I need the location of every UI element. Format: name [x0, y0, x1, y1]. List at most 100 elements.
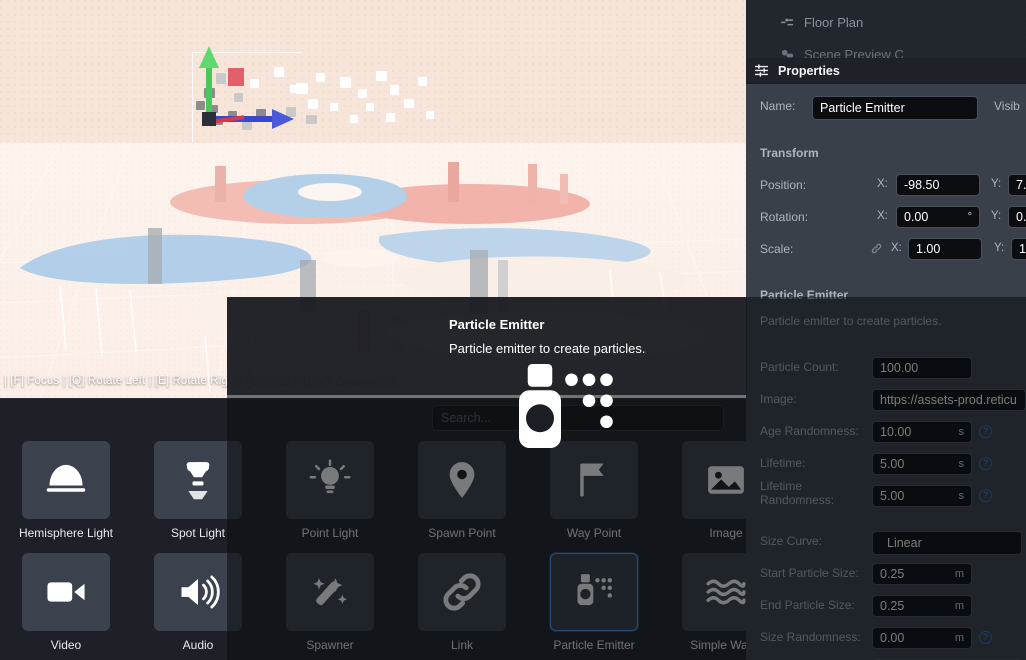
emitter-field-unit: s	[958, 458, 965, 470]
scale-label-wrap: Scale:	[760, 242, 793, 256]
emitter-description: Particle emitter to create particles.	[760, 314, 942, 328]
transform-gizmo[interactable]	[190, 40, 310, 150]
emitter-field-unit: m	[954, 632, 964, 644]
position-x-axis-wrap: X:	[877, 178, 888, 190]
scale-link-toggle[interactable]	[870, 242, 883, 255]
emitter-field-label-wrap: Size Curve:	[760, 534, 822, 548]
asset-label: Video	[50, 638, 82, 652]
position-y-value: 7.5	[1016, 178, 1026, 192]
rotation-y-axis-label: Y:	[991, 210, 1002, 222]
rotation-x-value: 0.00	[904, 210, 929, 224]
scale-y-axis-label: Y:	[994, 242, 1005, 254]
asset-tile-audio[interactable]	[154, 553, 242, 631]
asset-tile-video[interactable]	[22, 553, 110, 631]
scale-y-axis-wrap: Y:	[994, 242, 1004, 254]
emitter-field-input[interactable]: 5.00 s	[872, 485, 972, 507]
rotation-label: Rotation:	[760, 210, 809, 224]
scale-label: Scale:	[760, 242, 794, 256]
emitter-field-input[interactable]: 0.00 m	[872, 627, 972, 649]
help-icon[interactable]: ?	[979, 457, 992, 470]
rotation-y-field[interactable]: 0.0	[1008, 206, 1026, 228]
emitter-field-input[interactable]: 100.00	[872, 357, 972, 379]
spawner-wand-icon	[313, 578, 347, 606]
position-y-axis-wrap: Y:	[991, 178, 1001, 190]
particle-emitter-icon	[577, 574, 613, 606]
emitter-field-input[interactable]: https://assets-prod.reticu	[872, 389, 1026, 411]
help-icon[interactable]: ?	[979, 631, 992, 644]
emitter-field-label: Size Randomness:	[760, 630, 861, 644]
help-icon[interactable]: ?	[979, 425, 992, 438]
help-icon[interactable]: ?	[979, 489, 992, 502]
sliders-icon	[754, 64, 769, 77]
asset-label: Link	[450, 638, 473, 652]
position-y-field[interactable]: 7.5	[1008, 174, 1026, 196]
scale-x-field[interactable]: 1.00	[908, 238, 982, 260]
tooltip-description: Particle emitter to create particles.	[449, 341, 646, 356]
emitter-field-label: Particle Count:	[760, 360, 839, 374]
asset-cell: Audio	[132, 549, 264, 660]
properties-body: Name: Particle Emitter Visib Transform P…	[746, 84, 1026, 660]
tooltip-title: Particle Emitter	[449, 317, 545, 332]
name-field[interactable]: Particle Emitter	[812, 96, 978, 120]
emitter-field-unit: m	[954, 600, 964, 612]
asset-tile-spawner-wand[interactable]	[286, 553, 374, 631]
emitter-field-value: Linear	[887, 536, 922, 550]
emitter-field-label-wrap: Start Particle Size:	[760, 566, 859, 580]
scale-y-field[interactable]: 1.	[1011, 238, 1026, 260]
asset-tile-link-chain[interactable]	[418, 553, 506, 631]
emitter-field-label: Start Particle Size:	[760, 566, 859, 580]
emitter-field-label-wrap: End Particle Size:	[760, 598, 855, 612]
video-icon	[47, 582, 85, 602]
emitter-field-value: 5.00	[880, 489, 905, 503]
emitter-field-label-wrap: Lifetime:	[760, 456, 805, 470]
emitter-description-wrap: Particle emitter to create particles.	[760, 314, 941, 328]
asset-cell: Spawner	[264, 549, 396, 660]
asset-tile-particle-emitter[interactable]	[550, 553, 638, 631]
emitter-field-input[interactable]: 0.25 m	[872, 563, 972, 585]
visible-label-wrap: Visib	[994, 99, 1020, 113]
rotation-label-wrap: Rotation:	[760, 210, 808, 224]
tooltip-icon-wrap	[505, 357, 617, 469]
position-x-field[interactable]: -98.50	[896, 174, 980, 196]
emitter-field-unit: s	[958, 490, 965, 502]
emitter-field-label: Lifetime Randomness:	[760, 479, 835, 507]
emitter-field-input[interactable]: 0.25 m	[872, 595, 972, 617]
asset-tooltip: Particle Emitter Particle emitter to cre…	[227, 297, 747, 537]
asset-label: Hemisphere Light	[18, 526, 114, 540]
link-chain-icon	[443, 573, 481, 611]
rotation-x-axis-wrap: X:	[877, 210, 888, 222]
emitter-field-label: Size Curve:	[760, 534, 823, 548]
emitter-field-value: 0.25	[880, 599, 905, 613]
emitter-field-label: Lifetime:	[760, 456, 806, 470]
emitter-field-label-wrap: Lifetime Randomness:	[760, 479, 834, 507]
floor-plan-icon	[780, 18, 794, 26]
scale-y-value: 1.	[1019, 242, 1026, 256]
emitter-field-label: Image:	[760, 392, 797, 406]
emitter-field-input[interactable]: 5.00 s	[872, 453, 972, 475]
name-row: Name:	[760, 99, 795, 113]
asset-label: Particle Emitter	[553, 638, 635, 652]
position-x-value: -98.50	[904, 178, 940, 192]
right-sidebar: Floor Plan Scene Preview C Properties Na…	[746, 0, 1026, 660]
rotation-x-field[interactable]: 0.00 °	[896, 206, 980, 228]
outliner-panel: Floor Plan Scene Preview C	[746, 0, 1026, 62]
emitter-field-unit: s	[958, 426, 965, 438]
position-label-wrap: Position:	[760, 178, 806, 192]
outliner-item-floor-plan[interactable]: Floor Plan	[746, 15, 863, 30]
emitter-section-title: Particle Emitter	[760, 288, 849, 302]
emitter-field-value: 0.25	[880, 567, 905, 581]
emitter-field-value: https://assets-prod.reticu	[880, 393, 1017, 407]
emitter-field-label-wrap: Age Randomness:	[760, 424, 859, 438]
position-x-axis-label: X:	[877, 178, 888, 190]
emitter-field-label-wrap: Image:	[760, 392, 797, 406]
emitter-section-title-wrap: Particle Emitter	[760, 288, 848, 302]
asset-cell: Link	[396, 549, 528, 660]
hemisphere-light-icon	[46, 464, 86, 492]
emitter-field-input[interactable]: 10.00 s	[872, 421, 972, 443]
rotation-x-unit: °	[967, 211, 972, 223]
asset-cell: Video	[0, 549, 132, 660]
audio-icon	[181, 575, 220, 609]
particle-emitter-icon	[519, 364, 613, 448]
emitter-field-input[interactable]: Linear	[872, 531, 1022, 555]
asset-tile-hemisphere-light[interactable]	[22, 441, 110, 519]
